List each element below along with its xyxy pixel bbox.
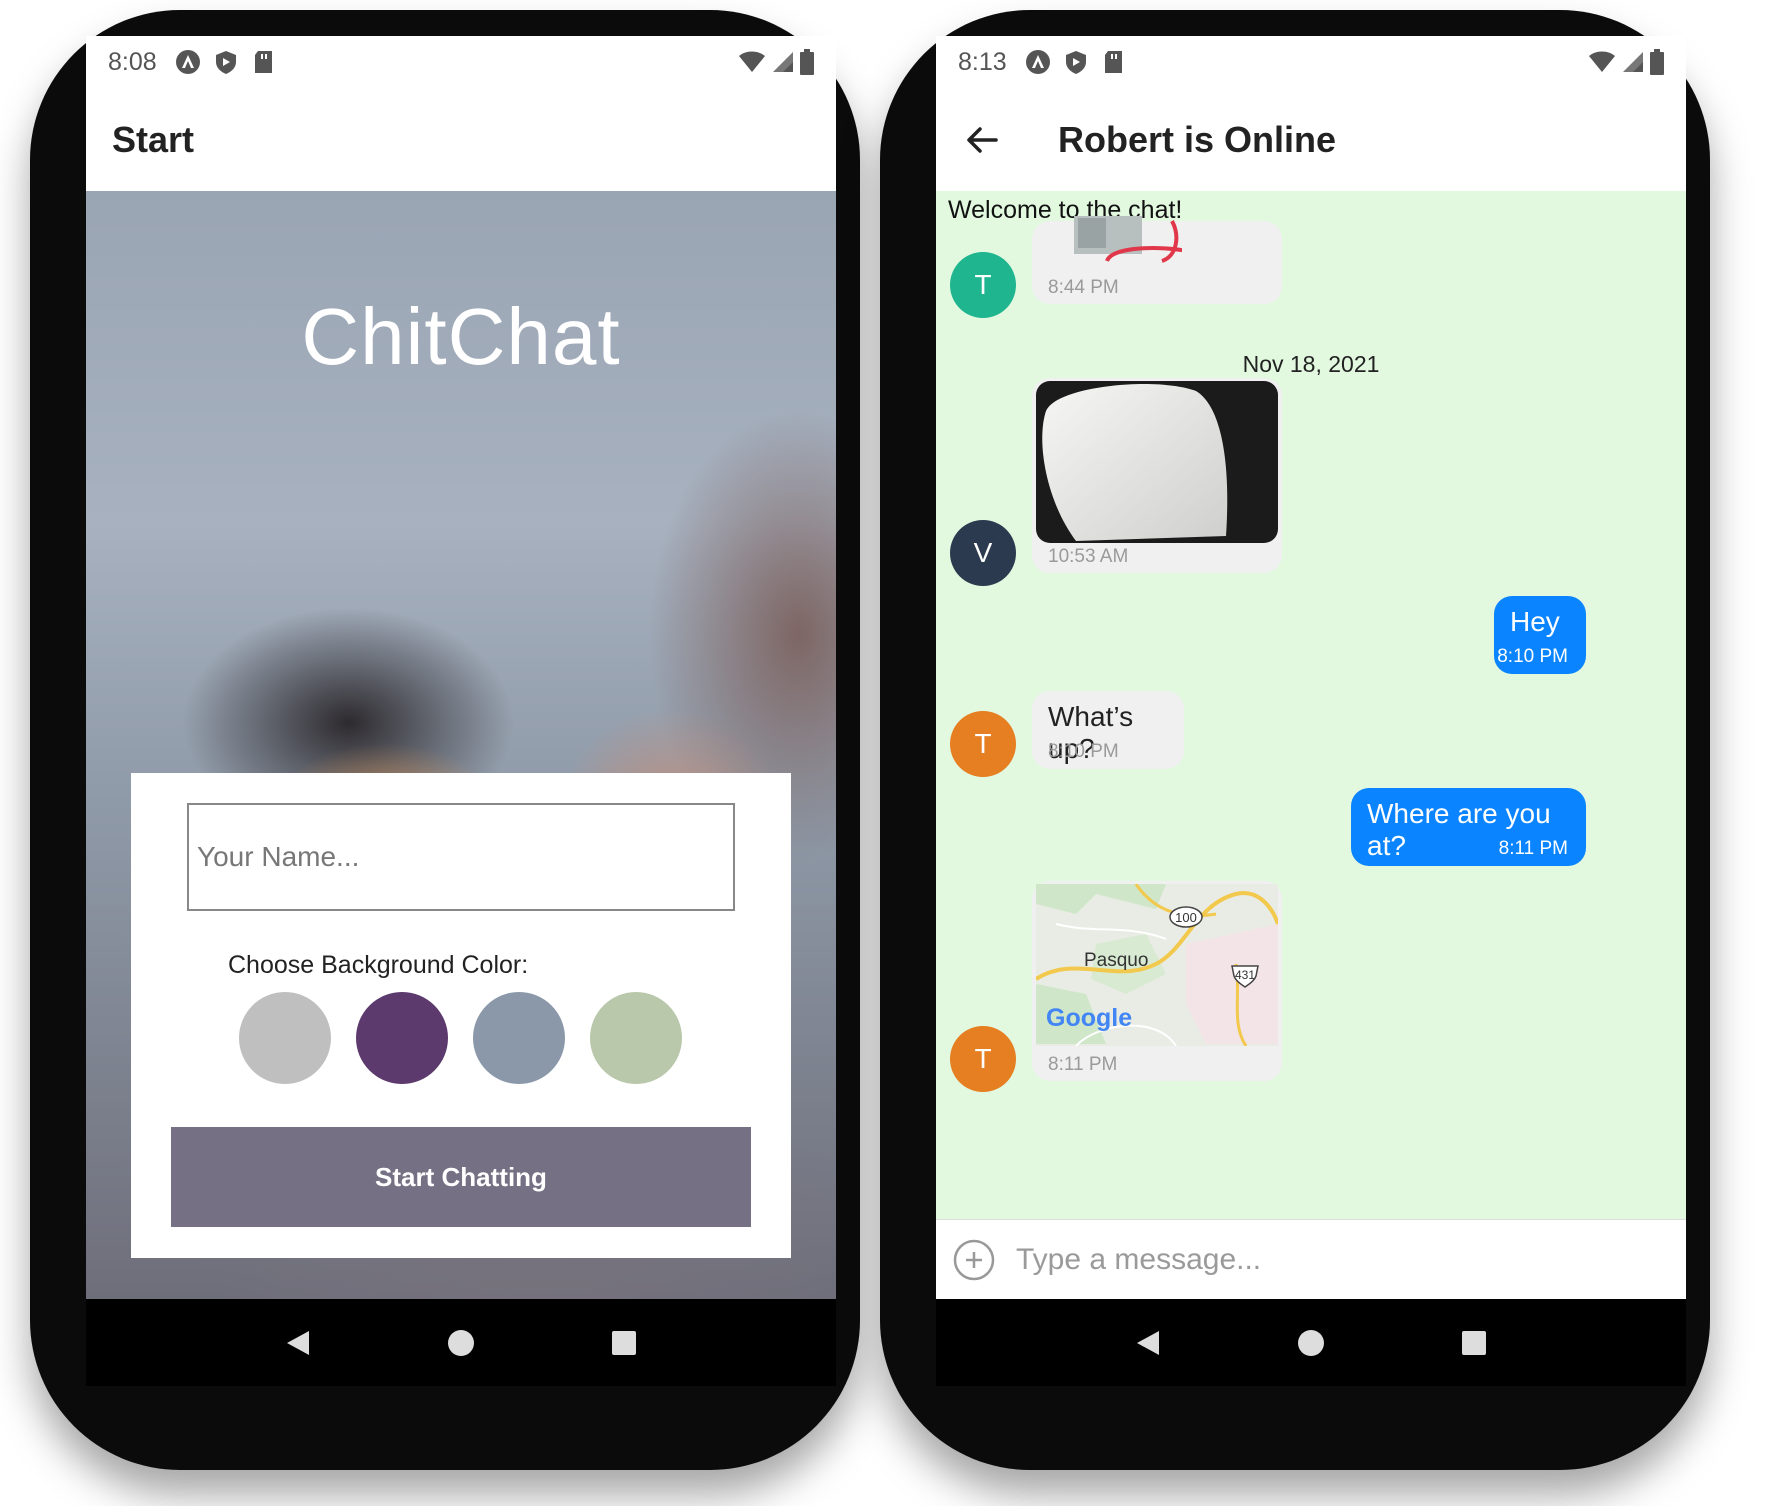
app-notification-icon (1025, 50, 1050, 74)
message-input[interactable] (1014, 1241, 1578, 1278)
avatar[interactable]: T (950, 1026, 1016, 1092)
back-nav-icon[interactable] (283, 1328, 313, 1358)
shield-play-icon (1065, 51, 1086, 74)
recents-nav-icon[interactable] (609, 1328, 639, 1358)
status-bar: 8:13 (936, 36, 1686, 88)
message-time: 10:53 AM (1048, 546, 1129, 567)
color-swatch-gray[interactable] (239, 992, 331, 1084)
message-text: Hey (1510, 606, 1560, 637)
message-time: 8:11 PM (1048, 1054, 1118, 1075)
name-input[interactable] (187, 803, 735, 911)
start-chatting-button[interactable]: Start Chatting (171, 1127, 751, 1227)
location-message[interactable]: 100 431 Pasquo Google 8:11 PM (1032, 881, 1282, 1081)
recents-nav-icon[interactable] (1459, 1328, 1489, 1358)
app-bar: Start (86, 88, 836, 191)
wifi-icon (1589, 51, 1615, 72)
battery-icon (1650, 49, 1664, 75)
message-time: 8:11 PM (1498, 838, 1568, 859)
map-route-label: 431 (1235, 968, 1255, 982)
status-time: 8:13 (958, 47, 1007, 76)
message-list[interactable]: Welcome to the chat! T 8:44 PM Nov 18, 2… (936, 191, 1686, 1219)
color-swatch-purple[interactable] (356, 992, 448, 1084)
shield-play-icon (215, 51, 236, 74)
avatar[interactable]: V (950, 520, 1016, 586)
login-form: Choose Background Color: Start Chatting (131, 773, 791, 1258)
message-time: 8:10 PM (1048, 741, 1119, 762)
image-message[interactable]: 8:44 PM (1032, 216, 1282, 304)
home-nav-icon[interactable] (446, 1328, 476, 1358)
battery-icon (800, 49, 814, 75)
chat-screen: 8:13 Robert is Online Welcome to the cha… (936, 36, 1686, 1386)
app-notification-icon (175, 50, 200, 74)
back-nav-icon[interactable] (1133, 1328, 1163, 1358)
home-nav-icon[interactable] (1296, 1328, 1326, 1358)
start-screen: 8:08 Start ChitChat Choose Background Co… (86, 36, 836, 1386)
message-time: 8:44 PM (1048, 277, 1119, 298)
map-place-label: Pasquo (1084, 950, 1148, 971)
status-bar: 8:08 (86, 36, 836, 88)
outgoing-message[interactable]: Hey 8:10 PM (1494, 596, 1586, 674)
map-brand-label: Google (1046, 1004, 1132, 1032)
wifi-icon (739, 51, 765, 72)
color-options (239, 992, 682, 1084)
sd-card-icon (1104, 51, 1122, 73)
sd-card-icon (254, 51, 272, 73)
date-separator: Nov 18, 2021 (1242, 351, 1380, 377)
nav-bar (936, 1299, 1686, 1386)
message-composer (936, 1219, 1686, 1299)
app-bar: Robert is Online (936, 88, 1686, 191)
color-swatch-sage[interactable] (590, 992, 682, 1084)
color-swatch-slate[interactable] (473, 992, 565, 1084)
phone-frame-right: 8:13 Robert is Online Welcome to the cha… (880, 10, 1710, 1470)
status-time: 8:08 (108, 47, 157, 76)
mouse-photo-image (1036, 381, 1278, 543)
signal-icon (773, 52, 793, 72)
back-arrow-icon[interactable] (964, 122, 1000, 158)
add-attachment-icon[interactable] (952, 1238, 996, 1282)
screenshot-thumbnail-image (1074, 216, 1182, 263)
nav-bar (86, 1299, 836, 1386)
page-title: Robert is Online (1058, 118, 1337, 160)
app-title: ChitChat (301, 292, 621, 381)
avatar[interactable]: T (950, 252, 1016, 318)
map-image[interactable]: 100 431 Pasquo Google (1036, 884, 1278, 1046)
page-title: Start (112, 118, 195, 160)
message-time: 8:10 PM (1497, 646, 1568, 667)
avatar[interactable]: T (950, 711, 1016, 777)
signal-icon (1623, 52, 1643, 72)
phone-frame-left: 8:08 Start ChitChat Choose Background Co… (30, 10, 860, 1470)
incoming-message[interactable]: What’s up? 8:10 PM (1032, 691, 1184, 769)
image-message[interactable]: 10:53 AM (1032, 378, 1282, 573)
outgoing-message[interactable]: Where are you at? 8:11 PM (1351, 788, 1586, 866)
map-route-label: 100 (1175, 910, 1197, 925)
color-label: Choose Background Color: (228, 951, 529, 979)
